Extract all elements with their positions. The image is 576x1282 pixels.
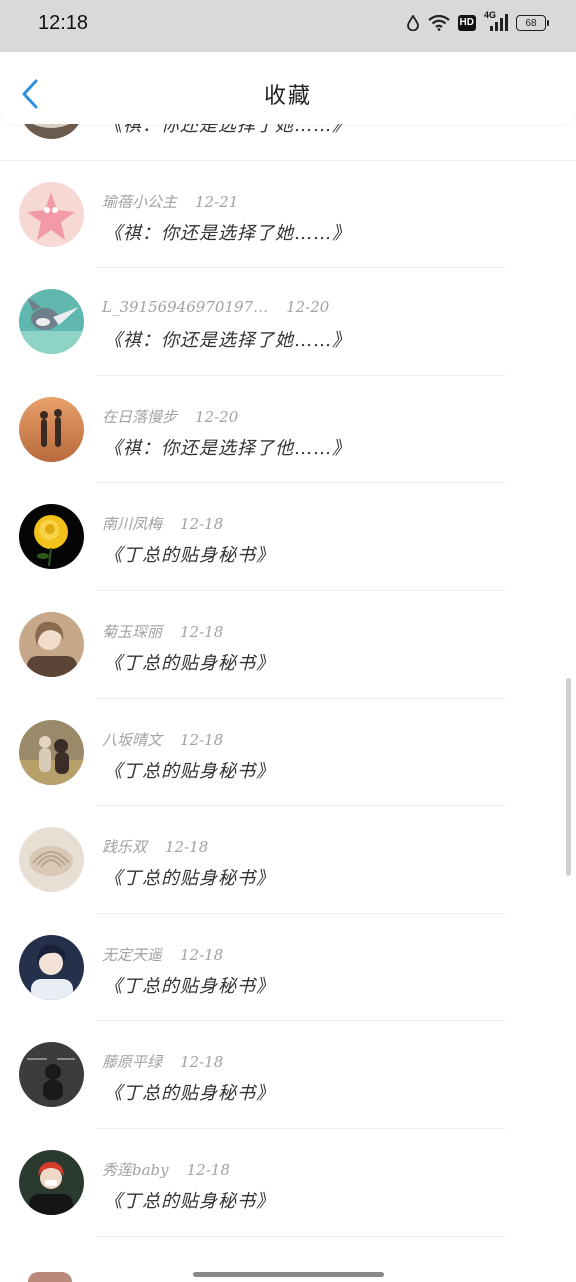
item-meta: L_39156946970197… 12-20	[102, 298, 329, 316]
list-item[interactable]: 《祺：你还是选择了她……》	[0, 124, 576, 161]
item-message: 《丁总的贴身秘书》	[104, 652, 275, 674]
favorites-list-content: 《祺：你还是选择了她……》 瑜蓓小公主 12-21 《祺：你还是选择了她……》 L…	[0, 124, 576, 1237]
favorites-list[interactable]: 《祺：你还是选择了她……》 瑜蓓小公主 12-21 《祺：你还是选择了她……》 L…	[0, 124, 576, 1280]
item-meta: 菊玉琛丽 12-18	[102, 621, 223, 642]
item-message: 《祺：你还是选择了她……》	[104, 222, 351, 244]
item-author[interactable]: 在日落慢步	[102, 408, 177, 426]
seashell-icon	[19, 827, 84, 893]
item-date: 12-18	[180, 1053, 224, 1072]
item-date: 12-20	[195, 407, 239, 426]
item-date: 12-20	[286, 298, 330, 317]
item-date: 12-18	[165, 838, 209, 857]
item-meta: 秀莲baby 12-18	[102, 1159, 230, 1180]
battery-level: 68	[525, 17, 537, 29]
item-meta: 瑜蓓小公主 12-21	[102, 191, 238, 212]
item-author[interactable]: 藤原平绿	[102, 1053, 162, 1071]
list-item[interactable]: 践乐双 12-18 《丁总的贴身秘书》	[0, 806, 576, 914]
list-item[interactable]: 南川凤梅 12-18 《丁总的贴身秘书》	[0, 483, 576, 591]
list-item[interactable]: 藤原平绿 12-18 《丁总的贴身秘书》	[0, 1021, 576, 1129]
divider	[96, 1235, 506, 1237]
page-title: 收藏	[263, 84, 312, 109]
item-message: 《丁总的贴身秘书》	[104, 1190, 275, 1212]
home-indicator[interactable]	[193, 1272, 384, 1277]
item-message: 《祺：你还是选择了她……》	[104, 330, 351, 352]
item-message: 《丁总的贴身秘书》	[104, 975, 275, 997]
item-date: 12-18	[180, 730, 224, 749]
item-meta: 无定天遥 12-18	[102, 944, 223, 965]
item-message: 《祺：你还是选择了她……》	[104, 124, 351, 136]
item-meta: 八坂晴文 12-18	[102, 729, 223, 750]
status-icons: HD 4G 68	[406, 10, 549, 32]
pearl-shell-icon	[19, 124, 84, 139]
hd-badge: HD	[457, 15, 476, 31]
scrollbar[interactable]	[566, 678, 571, 876]
item-meta: 南川凤梅 12-18	[102, 513, 223, 534]
item-message: 《丁总的贴身秘书》	[104, 545, 275, 567]
item-author[interactable]: 南川凤梅	[102, 515, 162, 533]
item-meta: 践乐双 12-18	[102, 836, 208, 857]
item-message: 《丁总的贴身秘书》	[104, 760, 275, 782]
list-item[interactable]: 八坂晴文 12-18 《丁总的贴身秘书》	[0, 699, 576, 807]
item-meta: 藤原平绿 12-18	[102, 1051, 223, 1072]
field-girl-icon	[19, 719, 84, 785]
status-bar: 12:18 HD 4G 68	[0, 0, 576, 52]
tom-cat-icon	[19, 289, 84, 355]
drop-icon	[406, 15, 420, 31]
battery-icon: 68	[516, 15, 549, 31]
item-author[interactable]: 瑜蓓小公主	[102, 193, 177, 211]
dark-photo-icon	[19, 1042, 84, 1108]
item-date: 12-18	[180, 515, 224, 534]
red-hair-person-icon	[19, 1149, 84, 1215]
item-author[interactable]: L_39156946970197…	[102, 298, 268, 316]
item-author[interactable]: 菊玉琛丽	[102, 623, 162, 641]
item-date: 12-18	[180, 945, 224, 964]
item-message: 《丁总的贴身秘书》	[104, 1083, 275, 1105]
patrick-star-icon	[19, 181, 84, 247]
item-author[interactable]: 践乐双	[102, 838, 147, 856]
list-item[interactable]: 在日落慢步 12-20 《祺：你还是选择了他……》	[0, 376, 576, 484]
signal-icon: 4G	[484, 10, 508, 32]
list-item[interactable]: 无定天遥 12-18 《丁总的贴身秘书》	[0, 914, 576, 1022]
sunset-girls-icon	[19, 396, 84, 462]
list-item[interactable]: 菊玉琛丽 12-18 《丁总的贴身秘书》	[0, 591, 576, 699]
item-date: 12-18	[180, 622, 224, 641]
item-author[interactable]: 八坂晴文	[102, 731, 162, 749]
item-author[interactable]: 无定天遥	[102, 946, 162, 964]
item-message: 《丁总的贴身秘书》	[104, 868, 275, 890]
girl-portrait-icon	[19, 611, 84, 677]
item-date: 12-21	[195, 192, 239, 211]
list-item[interactable]: 秀莲baby 12-18 《丁总的贴身秘书》	[0, 1129, 576, 1237]
item-date: 12-18	[186, 1160, 230, 1179]
header: 收藏	[0, 52, 576, 124]
item-author[interactable]: 秀莲baby	[102, 1161, 169, 1179]
next-item-avatar	[28, 1272, 72, 1282]
yellow-rose-icon	[19, 504, 84, 570]
network-label: 4G	[484, 10, 497, 20]
item-message: 《祺：你还是选择了他……》	[104, 437, 351, 459]
item-meta: 在日落慢步 12-20	[102, 406, 238, 427]
anime-boy-icon	[19, 934, 84, 1000]
status-time: 12:18	[38, 12, 89, 34]
list-item[interactable]: 瑜蓓小公主 12-21 《祺：你还是选择了她……》	[0, 161, 576, 269]
wifi-icon	[427, 15, 450, 31]
list-item[interactable]: L_39156946970197… 12-20 《祺：你还是选择了她……》	[0, 268, 576, 376]
